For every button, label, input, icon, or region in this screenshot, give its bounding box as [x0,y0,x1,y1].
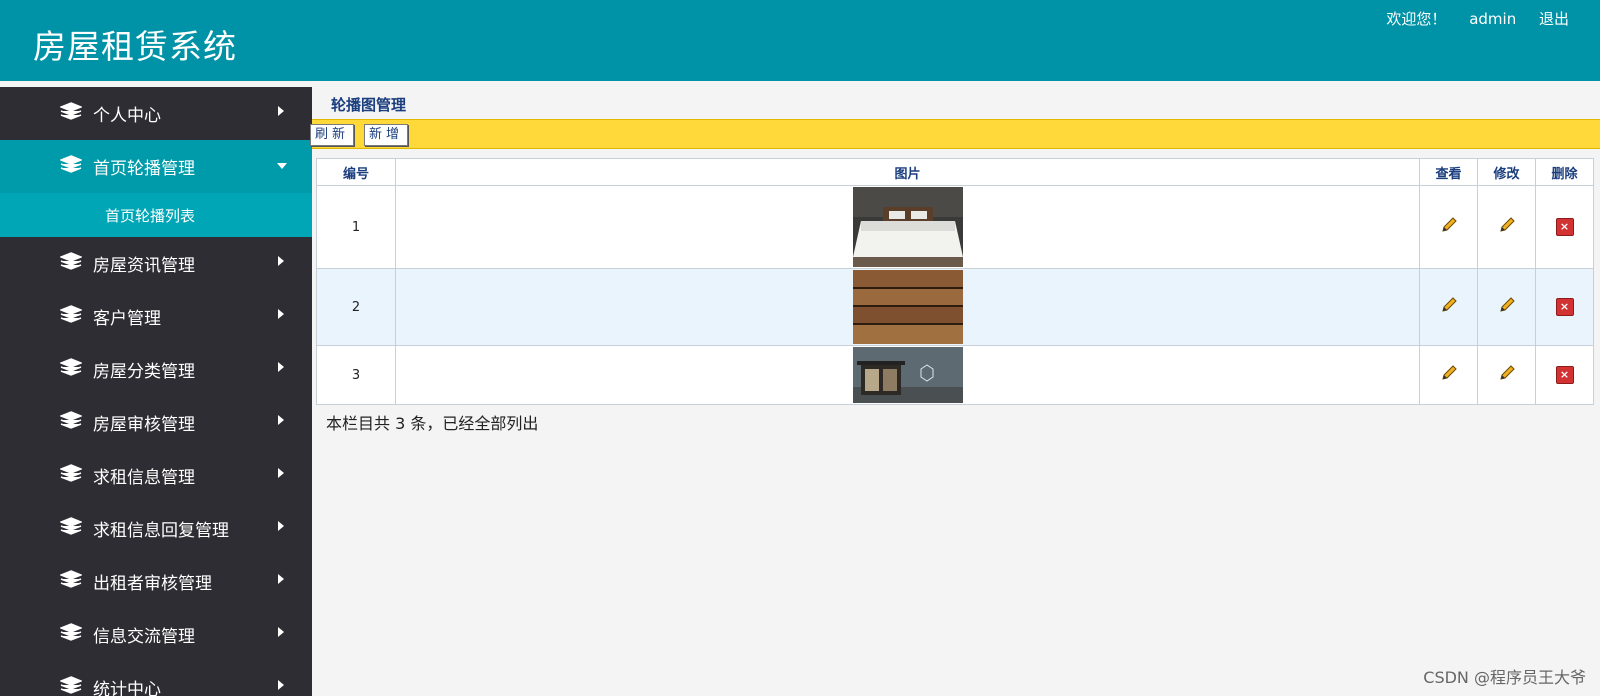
logout-link[interactable]: 退出 [1539,10,1569,28]
top-header: 房屋租赁系统 欢迎您！ admin 退出 [0,0,1600,81]
sidebar-item-label: 房屋审核管理 [93,415,195,435]
edit-cell [1477,268,1536,346]
view-cell [1419,185,1478,269]
column-header-edit: 修改 [1477,158,1536,186]
chevron-right-icon [278,521,284,531]
pencil-icon[interactable] [1440,364,1458,382]
chevron-right-icon [278,415,284,425]
chevron-right-icon [278,106,284,116]
column-header-view: 查看 [1419,158,1478,186]
pencil-icon[interactable] [1498,364,1516,382]
chevron-right-icon [278,574,284,584]
column-header-delete: 删除 [1535,158,1594,186]
column-header-id: 编号 [316,158,396,186]
sidebar-item-news-management[interactable]: 房屋资讯管理 [0,237,312,290]
table-row: 3 × [316,345,1594,405]
pencil-icon[interactable] [1440,216,1458,234]
app-title: 房屋租赁系统 [33,27,237,66]
table-header-row: 编号 图片 查看 修改 删除 [316,158,1594,186]
sidebar-item-label: 出租者审核管理 [93,574,212,594]
table-row: 1 × [316,185,1594,269]
sidebar-item-review-management[interactable]: 房屋审核管理 [0,396,312,449]
stack-icon [60,411,82,429]
watermark: CSDN @程序员王大爷 [1423,668,1586,687]
sidebar-item-carousel-management[interactable]: 首页轮播管理 [0,140,312,193]
sidebar-item-category-management[interactable]: 房屋分类管理 [0,343,312,396]
edit-cell [1477,345,1536,405]
row-id: 2 [316,268,396,346]
stack-icon [60,676,82,694]
sidebar-item-label: 求租信息管理 [93,468,195,488]
sidebar-subitem-carousel-list[interactable]: 首页轮播列表 [0,193,312,237]
row-id: 1 [316,185,396,269]
column-header-image: 图片 [395,158,1420,186]
sidebar-item-label: 客户管理 [93,309,161,329]
sidebar-item-label: 个人中心 [93,106,161,126]
stack-icon [60,305,82,323]
bedroom-thumbnail[interactable] [852,187,963,267]
row-image-cell [395,345,1420,405]
carousel-table: 编号 图片 查看 修改 删除 1 × 2 × 3 × [316,158,1594,405]
house-exterior-thumbnail[interactable] [852,347,963,403]
chevron-right-icon [278,468,284,478]
sidebar-item-landlord-review-management[interactable]: 出租者审核管理 [0,555,312,608]
sidebar-item-statistics-center[interactable]: 统计中心 [0,661,312,696]
chevron-right-icon [278,680,284,690]
delete-cell: × [1535,268,1594,346]
sidebar-item-label: 统计中心 [93,680,161,696]
chevron-right-icon [278,362,284,372]
add-button[interactable]: 新增 [364,124,409,146]
main-content: 轮播图管理 刷新 新增 编号 图片 查看 修改 删除 1 × 2 × 3 × 本… [310,87,1600,696]
edit-cell [1477,185,1536,269]
pencil-icon[interactable] [1498,216,1516,234]
header-user-area: 欢迎您！ admin 退出 [1368,8,1569,29]
stack-icon [60,464,82,482]
delete-icon[interactable]: × [1555,298,1574,316]
sidebar: 个人中心 首页轮播管理 首页轮播列表 房屋资讯管理 客户管理 房屋分类管理 房屋… [0,87,312,696]
row-image-cell [395,185,1420,269]
chevron-right-icon [278,627,284,637]
welcome-text: 欢迎您！ [1386,10,1447,28]
sidebar-item-personal-center[interactable]: 个人中心 [0,87,312,140]
stack-icon [60,155,82,173]
table-row: 2 × [316,268,1594,346]
chevron-down-icon [277,163,287,169]
stack-icon [60,358,82,376]
view-cell [1419,345,1478,405]
sidebar-item-label: 房屋分类管理 [93,362,195,382]
sidebar-item-label: 首页轮播管理 [93,159,195,179]
row-image-cell [395,268,1420,346]
sidebar-item-rental-request-management[interactable]: 求租信息管理 [0,449,312,502]
delete-icon[interactable]: × [1555,366,1574,384]
stack-icon [60,623,82,641]
stack-icon [60,517,82,535]
sidebar-item-label: 房屋资讯管理 [93,256,195,276]
refresh-button[interactable]: 刷新 [310,124,355,146]
delete-cell: × [1535,345,1594,405]
delete-icon[interactable]: × [1555,218,1574,236]
toolbar: 刷新 新增 [310,119,1600,149]
stack-icon [60,252,82,270]
page-title: 轮播图管理 [331,96,407,114]
view-cell [1419,268,1478,346]
pencil-icon[interactable] [1498,296,1516,314]
sidebar-item-label: 求租信息回复管理 [93,521,229,541]
row-id: 3 [316,345,396,405]
chevron-right-icon [278,309,284,319]
sidebar-item-request-reply-management[interactable]: 求租信息回复管理 [0,502,312,555]
sidebar-item-label: 信息交流管理 [93,627,195,647]
sidebar-item-customer-management[interactable]: 客户管理 [0,290,312,343]
bookshelf-thumbnail[interactable] [852,270,963,344]
delete-cell: × [1535,185,1594,269]
stack-icon [60,570,82,588]
username: admin [1469,10,1517,28]
sidebar-item-message-exchange-management[interactable]: 信息交流管理 [0,608,312,661]
stack-icon [60,102,82,120]
chevron-right-icon [278,256,284,266]
record-count-note: 本栏目共 3 条，已经全部列出 [326,414,539,433]
pencil-icon[interactable] [1440,296,1458,314]
sidebar-subitem-label: 首页轮播列表 [105,207,196,225]
